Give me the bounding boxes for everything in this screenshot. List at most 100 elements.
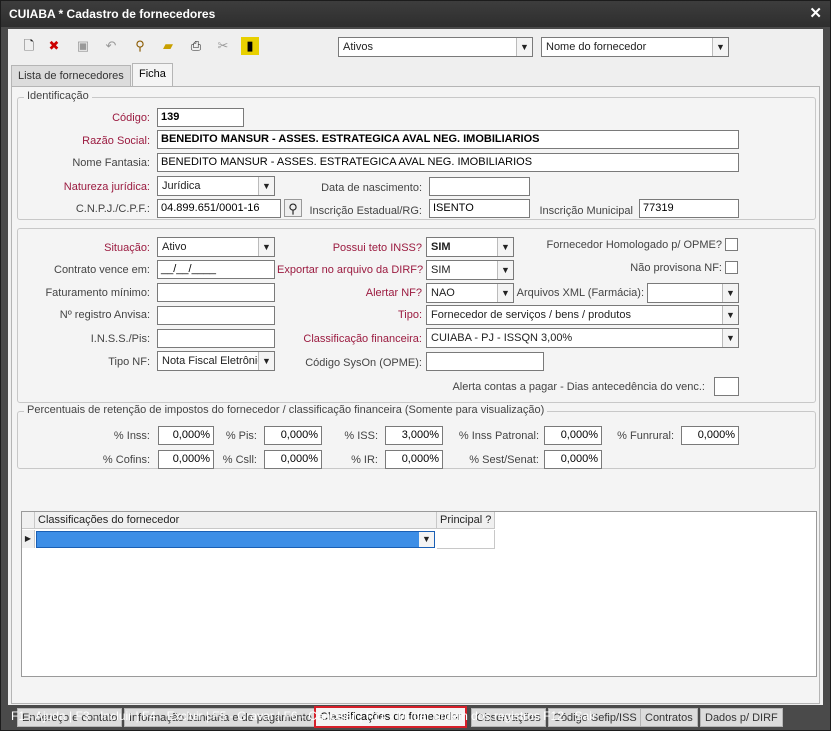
dirf-select[interactable]: SIM ▼ — [426, 260, 514, 280]
teto-inss-select[interactable]: SIM ▼ — [426, 237, 514, 257]
classif-label: Classificação financeira: — [303, 333, 422, 345]
ficha-page: Identificação Código: 139 Razão Social: … — [11, 86, 820, 728]
order-by-select[interactable]: Nome do fornecedor ▼ — [541, 37, 729, 57]
save-icon[interactable]: ▣ — [74, 37, 92, 55]
opme-checkbox[interactable] — [725, 238, 738, 251]
codigo-field[interactable]: 139 — [157, 108, 244, 127]
alertar-select[interactable]: NAO ▼ — [426, 283, 514, 303]
undo-icon[interactable]: ↶ — [102, 37, 120, 55]
provisiona-label: Não provisona NF: — [630, 262, 722, 274]
im-field[interactable]: 77319 — [639, 199, 739, 218]
patronal-pct-field[interactable]: 0,000% — [544, 426, 602, 445]
classificacoes-grid[interactable]: Classificações do fornecedor Principal ?… — [21, 511, 817, 677]
im-label: Inscrição Municipal — [539, 205, 633, 217]
cnpj-field[interactable]: 04.899.651/0001-16 — [157, 199, 281, 218]
status-filter-select[interactable]: Ativos ▼ — [338, 37, 533, 57]
close-icon[interactable]: ✕ — [809, 1, 822, 27]
chevron-down-icon: ▼ — [258, 238, 274, 256]
pis-pct-field[interactable]: 0,000% — [264, 426, 322, 445]
nome-fantasia-field[interactable]: BENEDITO MANSUR - ASSES. ESTRATEGICA AVA… — [157, 153, 739, 172]
chevron-down-icon: ▼ — [722, 306, 738, 324]
dirf-value: SIM — [431, 264, 451, 276]
chevron-down-icon: ▼ — [258, 352, 274, 370]
grid-header-principal[interactable]: Principal ? — [437, 512, 495, 529]
situacao-select[interactable]: Ativo ▼ — [157, 237, 275, 257]
cofins-pct-field[interactable]: 0,000% — [158, 450, 214, 469]
title-bar: CUIABA * Cadastro de fornecedores ✕ — [1, 1, 830, 27]
classif-value: CUIABA - PJ - ISSQN 3,00% — [431, 332, 573, 344]
print-icon[interactable]: ⎙ — [187, 37, 205, 55]
window-title: CUIABA * Cadastro de fornecedores — [9, 7, 216, 21]
tools-icon[interactable]: ✂ — [214, 37, 232, 55]
grid-row-principal-cell[interactable] — [437, 530, 495, 549]
teto-inss-label: Possui teto INSS? — [332, 242, 422, 254]
classif-select[interactable]: CUIABA - PJ - ISSQN 3,00% ▼ — [426, 328, 739, 348]
chevron-down-icon: ▼ — [497, 261, 513, 279]
codigo-label: Código: — [112, 112, 150, 124]
chevron-down-icon: ▼ — [497, 238, 513, 256]
natureza-select[interactable]: Jurídica ▼ — [157, 176, 275, 196]
tab-lista-fornecedores[interactable]: Lista de fornecedores — [11, 65, 131, 86]
faturamento-field[interactable] — [157, 283, 275, 302]
tab-ficha[interactable]: Ficha — [132, 63, 173, 86]
chevron-down-icon: ▼ — [497, 284, 513, 302]
inss-pis-field[interactable] — [157, 329, 275, 348]
toolbar: 🗋 ✖ ▣ ↶ ⚲ ▰ ⎙ ✂ ▮ Ativos ▼ Nome do forne… — [8, 29, 823, 63]
inss-pis-label: I.N.S.S./Pis: — [90, 333, 150, 345]
cofins-pct-label: % Cofins: — [102, 454, 150, 466]
ir-pct-label: % IR: — [351, 454, 378, 466]
pis-pct-label: % Pis: — [225, 430, 257, 442]
chevron-down-icon: ▼ — [516, 38, 532, 56]
anvisa-label: Nº registro Anvisa: — [59, 309, 150, 321]
contrato-label: Contrato vence em: — [54, 264, 150, 276]
anvisa-field[interactable] — [157, 306, 275, 325]
funrural-pct-label: % Funrural: — [617, 430, 674, 442]
open-folder-icon[interactable]: ▰ — [159, 37, 177, 55]
ie-label: Inscrição Estadual/RG: — [309, 205, 423, 217]
identificacao-legend: Identificação — [24, 90, 92, 102]
grid-row-classificacao-select[interactable]: ▼ — [36, 531, 435, 548]
chevron-down-icon: ▼ — [258, 177, 274, 195]
opme-label: Fornecedor Homologado p/ OPME? — [546, 239, 722, 251]
cnpj-label: C.N.P.J./C.P.F.: — [75, 203, 150, 215]
syson-field[interactable] — [426, 352, 544, 371]
nascimento-field[interactable] — [429, 177, 530, 196]
tipo-label: Tipo: — [397, 309, 422, 321]
alerta-field[interactable] — [714, 377, 739, 396]
sest-pct-field[interactable]: 0,000% — [544, 450, 602, 469]
grid-indicator-header — [22, 512, 35, 529]
delete-document-icon[interactable]: ✖ — [45, 37, 63, 55]
new-document-icon[interactable]: 🗋 — [20, 37, 38, 55]
dirf-label: Exportar no arquivo da DIRF? — [277, 264, 424, 276]
iss-pct-field[interactable]: 3,000% — [385, 426, 443, 445]
natureza-value: Jurídica — [162, 180, 201, 192]
faturamento-label: Faturamento mínimo: — [45, 287, 150, 299]
status-bar: F1 - Ajuda | F3 - Incluir | F4 - Excluir… — [11, 709, 596, 723]
tipo-select[interactable]: Fornecedor de serviços / bens / produtos… — [426, 305, 739, 325]
exit-door-icon[interactable]: ▮ — [241, 37, 259, 55]
ie-field[interactable]: ISENTO — [429, 199, 530, 218]
provisiona-checkbox[interactable] — [725, 261, 738, 274]
search-icon[interactable]: ⚲ — [284, 199, 302, 217]
nome-fantasia-label: Nome Fantasia: — [72, 157, 150, 169]
contrato-field[interactable]: __/__/____ — [157, 260, 275, 279]
search-binoculars-icon[interactable]: ⚲ — [131, 37, 149, 55]
ir-pct-field[interactable]: 0,000% — [385, 450, 443, 469]
alerta-label: Alerta contas a pagar - Dias antecedênci… — [452, 381, 705, 393]
razao-social-label: Razão Social: — [82, 135, 150, 147]
row-pointer-icon: ▶ — [22, 530, 35, 548]
iss-pct-label: % ISS: — [344, 430, 378, 442]
tiponf-select[interactable]: Nota Fiscal Eletrônic ▼ — [157, 351, 275, 371]
csll-pct-field[interactable]: 0,000% — [264, 450, 322, 469]
inss-pct-label: % Inss: — [113, 430, 150, 442]
chevron-down-icon: ▼ — [722, 284, 738, 302]
funrural-pct-field[interactable]: 0,000% — [681, 426, 739, 445]
tipo-value: Fornecedor de serviços / bens / produtos — [431, 309, 631, 321]
situacao-value: Ativo — [162, 241, 187, 253]
teto-inss-value: SIM — [431, 241, 451, 253]
xml-label: Arquivos XML (Farmácia): — [516, 287, 644, 299]
grid-header-classificacoes[interactable]: Classificações do fornecedor — [35, 512, 437, 529]
razao-social-field[interactable]: BENEDITO MANSUR - ASSES. ESTRATEGICA AVA… — [157, 130, 739, 149]
inss-pct-field[interactable]: 0,000% — [158, 426, 214, 445]
xml-select[interactable]: ▼ — [647, 283, 739, 303]
